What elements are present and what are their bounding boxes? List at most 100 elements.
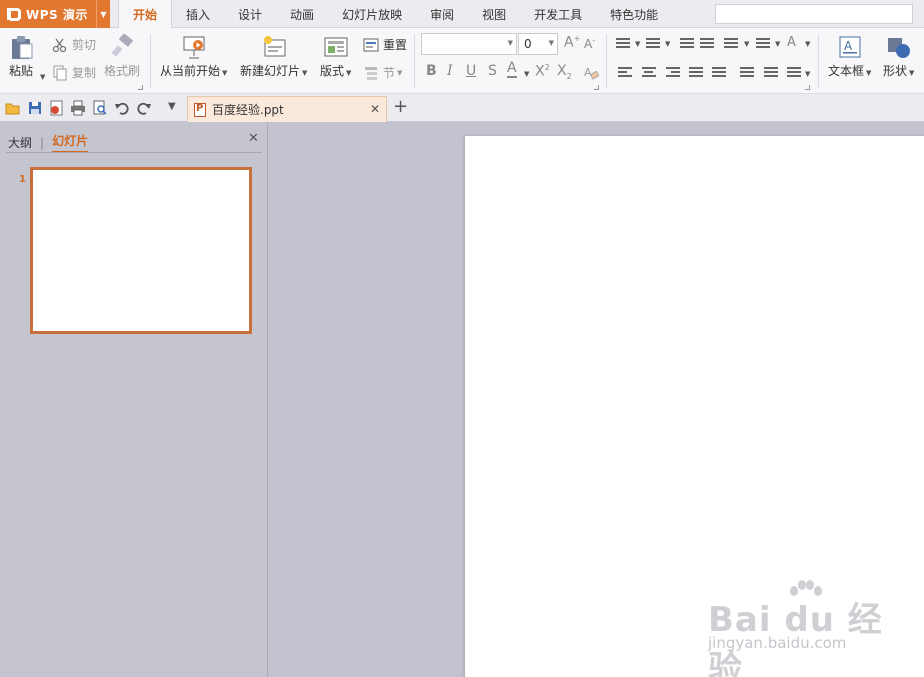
text-direction-icon[interactable] [724,38,738,50]
italic-icon[interactable]: I [447,63,453,79]
columns-icon[interactable] [756,38,770,50]
clipboard-group-launcher[interactable] [138,85,143,90]
undo-icon[interactable] [114,100,130,116]
add-tab-icon[interactable]: + [393,96,408,117]
document-tab[interactable]: 百度经验.ppt ✕ [187,96,387,122]
print-icon[interactable] [70,100,86,116]
tab-home[interactable]: 开始 [118,0,173,29]
numbering-icon[interactable] [646,38,660,50]
tab-slideshow[interactable]: 幻灯片放映 [328,0,416,28]
superscript-icon[interactable]: X2 [535,63,550,80]
underline-icon[interactable]: U [466,63,476,79]
shape-button[interactable]: 形状 ▼ [883,34,914,79]
paste-button[interactable]: 粘贴 [8,34,34,79]
chevron-down-icon[interactable]: ▼ [397,69,402,77]
font-size-select[interactable]: 0 ▼ [518,33,558,55]
text-fill-icon[interactable]: A [787,35,796,50]
chevron-down-icon[interactable]: ▼ [805,70,810,78]
reset-button[interactable]: 重置 [363,36,407,53]
chevron-down-icon[interactable]: ▼ [665,40,670,48]
paragraph-group-launcher[interactable] [805,85,810,90]
chevron-down-icon[interactable]: ▼ [302,69,307,77]
paragraph-spacing-icon[interactable] [764,67,778,79]
from-current-label: 从当前开始 [160,64,221,78]
paste-label: 粘贴 [8,64,33,78]
align-center-icon[interactable] [642,67,656,79]
svg-text:A: A [584,66,592,79]
chevron-down-icon[interactable]: ▼ [524,70,529,78]
print-preview-icon[interactable] [92,100,108,116]
redo-icon[interactable] [136,100,152,116]
chevron-down-icon[interactable]: ▼ [744,40,749,48]
document-tab-label: 百度经验.ppt [212,103,284,117]
open-folder-icon[interactable] [5,100,21,116]
font-group-launcher[interactable] [594,85,599,90]
new-slide-button[interactable]: 新建幻灯片 ▼ [240,34,307,79]
close-icon[interactable]: ✕ [248,131,259,146]
panel-divider [6,152,262,153]
font-name-select[interactable]: ▼ [421,33,517,55]
chevron-down-icon[interactable]: ▼ [96,0,110,28]
layout-button[interactable]: 版式 ▼ [320,34,351,79]
bullets-icon[interactable] [616,38,630,50]
font-grow-icon[interactable]: A+ [564,34,580,51]
font-shrink-icon[interactable]: A- [584,36,595,51]
paste-dropdown-icon[interactable]: ▼ [40,73,45,81]
shape-label: 形状 [883,64,908,78]
shapes-icon [887,38,910,58]
line-spacing-icon[interactable] [740,67,754,79]
tab-outline[interactable]: 大纲 [8,134,32,151]
chevron-down-icon[interactable]: ▼ [775,40,780,48]
from-current-button[interactable]: 从当前开始 ▼ [160,34,227,79]
format-painter-button[interactable]: 格式刷 [104,34,140,79]
subscript-icon[interactable]: X2 [557,63,572,81]
shadow-text-icon[interactable]: S [488,63,497,79]
panel-tabs: 大纲 | 幻灯片 [8,132,89,153]
bold-icon[interactable]: B [426,63,437,79]
tab-developer[interactable]: 开发工具 [520,0,596,28]
save-icon[interactable] [27,100,43,116]
tab-design[interactable]: 设计 [224,0,276,28]
textbox-button[interactable]: A 文本框 ▼ [828,34,871,79]
search-input[interactable] [715,4,913,24]
distribute-icon[interactable] [712,67,726,79]
close-icon[interactable]: ✕ [370,102,380,116]
chevron-down-icon[interactable]: ▼ [222,69,227,77]
chevron-down-icon[interactable]: ▼ [635,40,640,48]
ppt-file-icon [194,102,206,117]
font-color-icon[interactable]: A [507,61,517,78]
tab-slides[interactable]: 幻灯片 [52,132,89,153]
section-button[interactable]: 节 ▼ [363,64,402,81]
app-menu-button[interactable]: WPS 演示 ▼ [0,0,110,28]
align-left-icon[interactable] [618,67,632,79]
chevron-down-icon[interactable]: ▼ [346,69,351,77]
tab-view[interactable]: 视图 [468,0,520,28]
export-pdf-icon[interactable] [48,100,64,116]
slide-thumbnail[interactable] [30,167,252,334]
chevron-down-icon[interactable]: ▼ [909,69,914,77]
align-right-icon[interactable] [666,67,680,79]
textbox-label: 文本框 [828,64,865,78]
ribbon-separator [818,34,819,88]
chevron-down-icon[interactable]: ▼ [805,40,810,48]
copy-icon [53,65,67,80]
svg-text:A: A [844,39,853,53]
tab-animation[interactable]: 动画 [276,0,328,28]
customize-toolbar-icon[interactable]: ▼ [168,101,176,112]
text-align-icon[interactable] [787,67,801,79]
tab-review[interactable]: 审阅 [416,0,468,28]
app-name: WPS 演示 [26,7,88,22]
tab-insert[interactable]: 插入 [172,0,224,28]
reset-icon [363,38,379,51]
clear-format-icon[interactable]: A [583,65,599,81]
cut-button[interactable]: 剪切 [52,36,96,53]
justify-icon[interactable] [689,67,703,79]
layout-icon [324,37,348,57]
reset-label: 重置 [383,38,408,52]
tab-special[interactable]: 特色功能 [596,0,672,28]
increase-indent-icon[interactable] [700,38,714,50]
copy-button[interactable]: 复制 [52,64,96,81]
chevron-down-icon[interactable]: ▼ [866,69,871,77]
scissors-icon [52,38,67,52]
decrease-indent-icon[interactable] [680,38,694,50]
